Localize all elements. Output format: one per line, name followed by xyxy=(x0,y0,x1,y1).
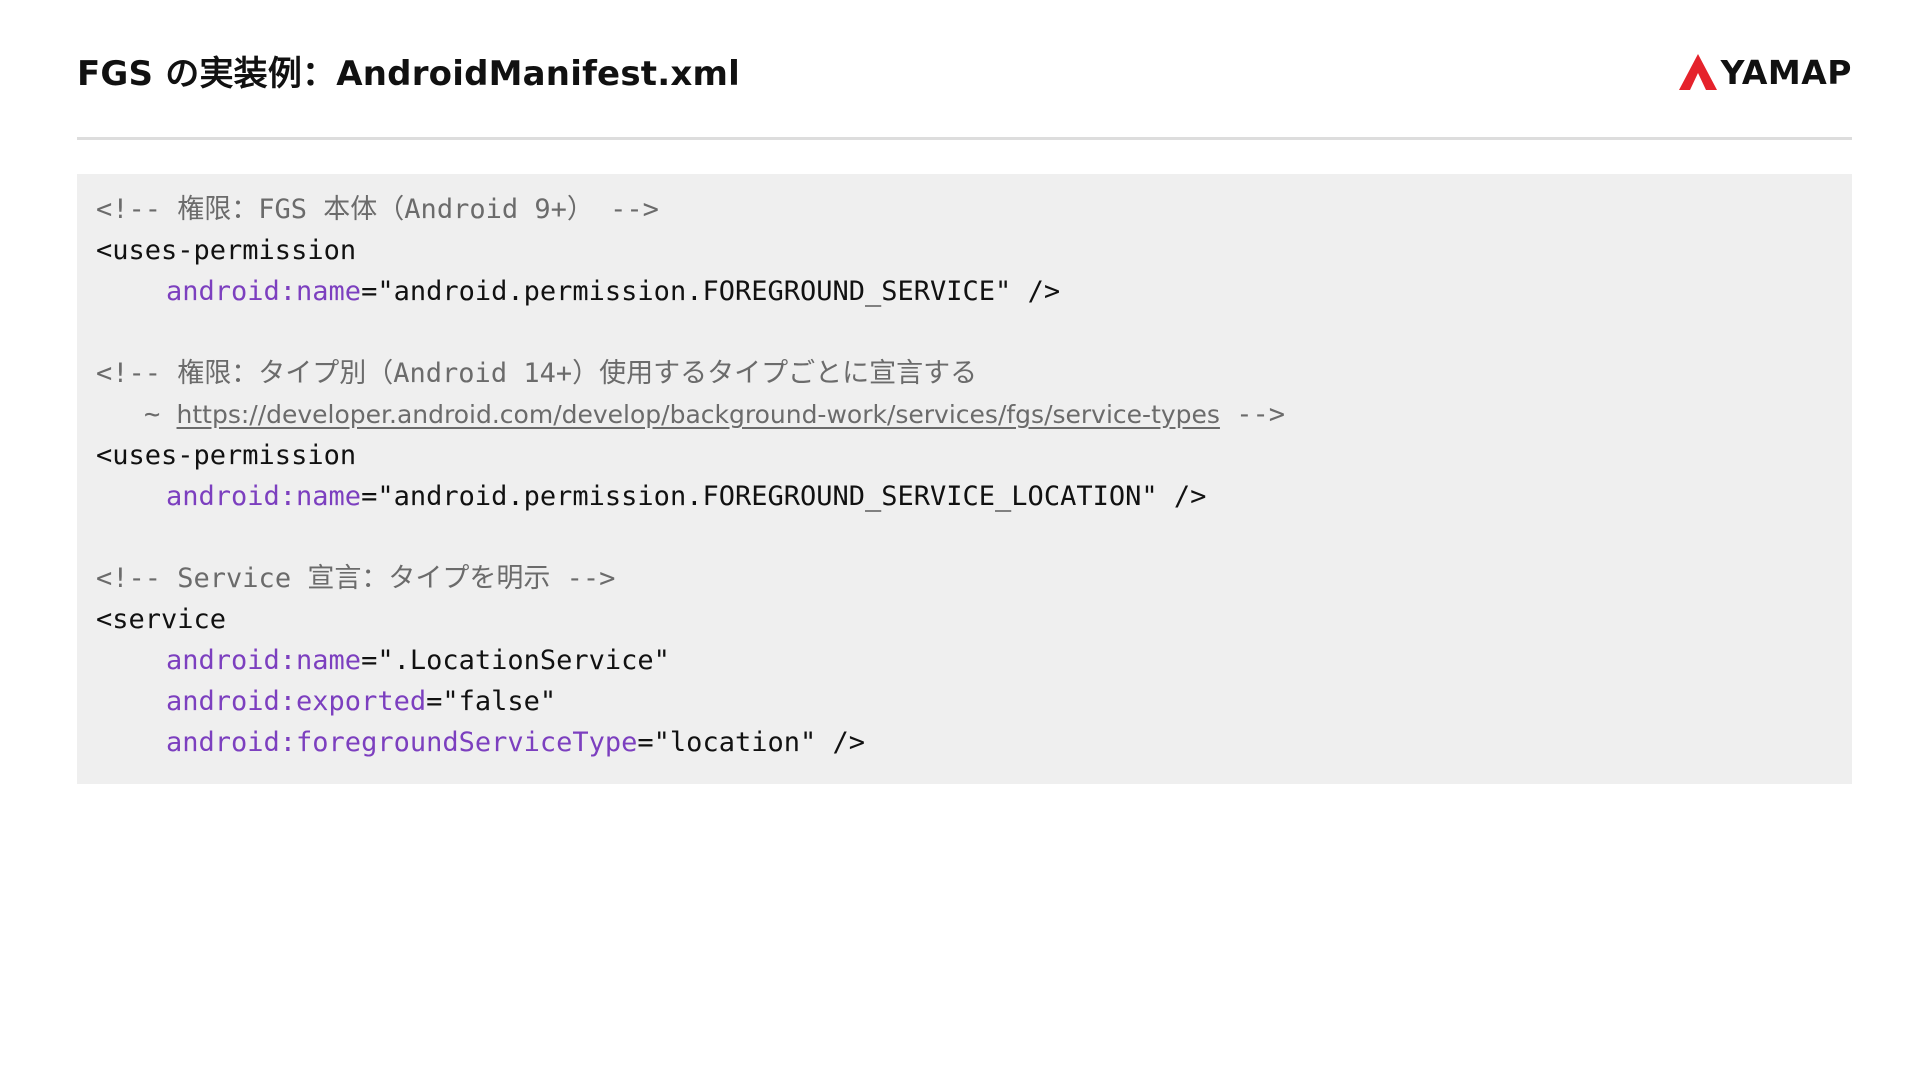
attr-eq: = xyxy=(361,276,378,307)
code-line-comment-type: <!-- 権限：タイプ別（Android 14+）使用するタイプごとに宣言する xyxy=(96,353,1852,394)
comment-close: --> xyxy=(593,194,659,225)
attr-name: android:name xyxy=(166,276,362,307)
tag-close: /> xyxy=(1011,276,1061,307)
attr-name: android:name xyxy=(166,481,362,512)
code-line-attr-name: android:name=".LocationService" xyxy=(96,640,1852,681)
attr-eq: = xyxy=(361,481,378,512)
tag-close: /> xyxy=(1157,481,1207,512)
code-line-comment-link: ~ https://developer.android.com/develop/… xyxy=(96,394,1852,435)
code-line-comment-service: <!-- Service 宣言：タイプを明示 --> xyxy=(96,558,1852,599)
logo-text: YAMAP xyxy=(1720,52,1852,92)
attr-name: android:foregroundServiceType xyxy=(166,727,638,758)
comment-close: --> xyxy=(1219,399,1285,430)
attr-name: android:name xyxy=(166,645,362,676)
attr-eq: = xyxy=(426,686,443,717)
header-divider xyxy=(77,137,1852,140)
attr-value: "false" xyxy=(442,686,557,717)
comment-close: --> xyxy=(550,563,616,594)
code-line-tag: <uses-permission xyxy=(96,235,357,266)
code-line-attr-fgs-type: android:foregroundServiceType="location"… xyxy=(96,722,1852,763)
slide-title: FGS の実装例：AndroidManifest.xml xyxy=(77,54,740,94)
attr-value: "location" xyxy=(653,727,817,758)
service-types-link[interactable]: https://developer.android.com/develop/ba… xyxy=(177,400,1220,429)
tilde: ~ xyxy=(144,399,177,430)
code-line-tag: <service xyxy=(96,604,227,635)
attr-eq: = xyxy=(637,727,654,758)
code-line-attr: android:name="android.permission.FOREGRO… xyxy=(96,271,1852,312)
attr-value: ".LocationService" xyxy=(377,645,670,676)
comment-open: <!-- xyxy=(96,194,178,225)
attr-value: "android.permission.FOREGROUND_SERVICE_L… xyxy=(377,481,1158,512)
mountain-icon xyxy=(1678,54,1717,90)
comment-text: 権限：FGS 本体（Android 9+） xyxy=(177,194,594,225)
comment-open: <!-- xyxy=(96,358,178,389)
code-line-tag: <uses-permission xyxy=(96,440,357,471)
attr-name: android:exported xyxy=(166,686,427,717)
code-line-attr: android:name="android.permission.FOREGRO… xyxy=(96,476,1852,517)
attr-eq: = xyxy=(361,645,378,676)
code-block: <!-- 権限：FGS 本体（Android 9+） --> <uses-per… xyxy=(77,174,1852,784)
code-line-comment-fgs: <!-- 権限：FGS 本体（Android 9+） --> xyxy=(96,189,1852,230)
attr-value: "android.permission.FOREGROUND_SERVICE" xyxy=(377,276,1012,307)
comment-open: <!-- xyxy=(96,563,178,594)
yamap-logo: YAMAP xyxy=(1678,52,1852,92)
tag-close: /> xyxy=(816,727,866,758)
comment-text: Service 宣言：タイプを明示 xyxy=(177,563,551,594)
comment-text: 権限：タイプ別（Android 14+）使用するタイプごとに宣言する xyxy=(177,358,978,389)
code-line-attr-exported: android:exported="false" xyxy=(96,681,1852,722)
